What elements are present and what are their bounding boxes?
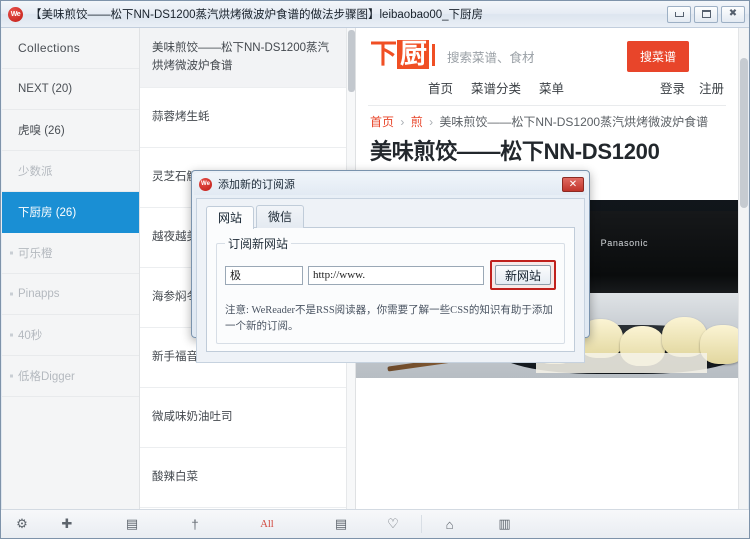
list-item[interactable]: 微咸味奶油吐司 <box>140 388 355 448</box>
subscribe-group: 订阅新网站 极 http://www. 新网站 注意: WeReader不是RS… <box>216 235 565 344</box>
minimize-icon <box>674 11 684 17</box>
nav-item-categories[interactable]: 菜谱分类 <box>471 78 521 97</box>
sidebar-item-label: 下厨房 (26) <box>18 207 77 219</box>
sidebar-item-next[interactable]: NEXT (20) <box>2 69 139 110</box>
dialog-body: 网站 微信 订阅新网站 极 http://www. 新网站 注意: WeRead… <box>196 198 585 363</box>
minimize-button[interactable] <box>667 5 691 23</box>
list-item[interactable]: 蒜蓉烤生蚝 <box>140 88 355 148</box>
card-view-icon[interactable]: ▤ <box>91 510 173 538</box>
sidebar-item-label: 低格Digger <box>18 371 75 383</box>
title-bar: We 【美味煎饺——松下NN-DS1200蒸汽烘烤微波炉食谱的做法步骤图】lei… <box>1 1 749 28</box>
sidebar-item-huxiu[interactable]: 虎嗅 (26) <box>2 110 139 151</box>
dialog-title-bar: We 添加新的订阅源 ✕ <box>194 173 587 195</box>
site-name-input[interactable]: 极 <box>225 265 303 285</box>
sidebar-item-label: Pinapps <box>18 288 60 300</box>
search-row: 搜索菜谱、食材 搜菜谱 <box>447 41 690 72</box>
site-header: 下 厨 搜索菜谱、食材 搜菜谱 <box>356 28 738 72</box>
sidebar-item-xiachufang[interactable]: 下厨房 (26) <box>2 192 139 233</box>
page-title: 美味煎饺——松下NN-DS1200 <box>370 139 660 164</box>
article-title: 蒜蓉烤生蚝 <box>152 110 210 123</box>
register-link[interactable]: 注册 <box>699 78 724 97</box>
dialog-tabs: 网站 微信 <box>206 205 575 229</box>
site-logo-char-2: 厨 <box>397 40 429 69</box>
dialog-logo-icon: We <box>199 177 212 191</box>
list-item[interactable]: 红烧五花肉 <box>140 508 355 509</box>
site-logo-bar <box>432 43 435 66</box>
bullet-icon <box>10 333 13 337</box>
filter-all-button[interactable]: All <box>217 510 317 538</box>
subscribe-group-legend: 订阅新网站 <box>228 237 289 251</box>
auth-links: 登录 注册 <box>646 78 724 97</box>
application-window: We 【美味煎饺——松下NN-DS1200蒸汽烘烤微波炉食谱的做法步骤图】lei… <box>0 0 750 539</box>
bullet-icon <box>10 292 13 296</box>
list-item[interactable]: 美味煎饺——松下NN-DS1200蒸汽烘烤微波炉食谱 <box>140 28 355 88</box>
reader-view-icon[interactable]: ▥ <box>477 510 532 538</box>
login-link[interactable]: 登录 <box>660 78 685 97</box>
app-logo-icon: We <box>8 6 23 22</box>
breadcrumb-home[interactable]: 首页 <box>370 115 394 129</box>
scrollbar-thumb[interactable] <box>740 58 748 208</box>
tab-website[interactable]: 网站 <box>206 206 255 229</box>
dialog-note: 注意: WeReader不是RSS阅读器，你需要了解一些CSS的知识有助于添加一… <box>225 305 553 332</box>
nav-item-home[interactable]: 首页 <box>428 78 453 97</box>
article-title: 酸辣白菜 <box>152 470 198 483</box>
new-site-button[interactable]: 新网站 <box>495 265 551 285</box>
site-logo-char-1: 下 <box>370 39 397 69</box>
close-icon: ✖ <box>728 8 738 19</box>
article-title: 美味煎饺——松下NN-DS1200蒸汽烘烤微波炉食谱 <box>152 41 329 72</box>
dialog-close-button[interactable]: ✕ <box>562 176 584 192</box>
breadcrumb-separator: › <box>400 115 405 129</box>
sidebar-item-40miao[interactable]: 40秒 <box>2 315 139 356</box>
sidebar-item-label: Collections <box>18 41 80 55</box>
web-pane-scrollbar[interactable] <box>738 28 748 509</box>
list-item[interactable]: 酸辣白菜 <box>140 448 355 508</box>
subscribe-field-row: 极 http://www. 新网站 <box>225 260 556 290</box>
feed-sidebar: Collections NEXT (20) 虎嗅 (26) 少数派 下厨房 (2… <box>2 28 140 509</box>
breadcrumb-category[interactable]: 煎 <box>411 115 423 129</box>
dialog-title: 添加新的订阅源 <box>218 179 295 191</box>
search-input[interactable]: 搜索菜谱、食材 <box>447 42 609 71</box>
sidebar-item-pinapps[interactable]: Pinapps <box>2 274 139 315</box>
sidebar-item-label: 可乐橙 <box>18 248 53 260</box>
bullet-icon <box>10 374 13 378</box>
breadcrumb-current: 美味煎饺——松下NN-DS1200蒸汽烘烤微波炉食谱 <box>439 115 709 129</box>
sidebar-item-shaoshupai[interactable]: 少数派 <box>2 151 139 192</box>
site-logo[interactable]: 下 厨 <box>370 40 435 69</box>
maximize-icon <box>701 10 711 18</box>
article-title: 微咸味奶油吐司 <box>152 410 233 423</box>
breadcrumb-separator: › <box>429 115 434 129</box>
sidebar-item-label: NEXT (20) <box>18 83 73 95</box>
sidebar-item-collections[interactable]: Collections <box>2 28 139 69</box>
sidebar-item-label: 少数派 <box>18 166 53 178</box>
submit-highlight: 新网站 <box>490 260 556 290</box>
close-button[interactable]: ✖ <box>721 5 745 23</box>
scrollbar-thumb[interactable] <box>348 30 355 92</box>
maximize-button[interactable] <box>694 5 718 23</box>
gear-icon[interactable]: ⚙ <box>1 510 43 538</box>
tab-wechat[interactable]: 微信 <box>256 205 305 228</box>
bottom-toolbar: ⚙ ✚ ▤ † All ▤ ♡ ⌂ ▥ <box>1 509 749 538</box>
tab-panel-website: 订阅新网站 极 http://www. 新网站 注意: WeReader不是RS… <box>206 227 575 352</box>
pin-icon[interactable]: † <box>173 510 217 538</box>
site-nav: 首页 菜谱分类 菜单 登录 注册 <box>356 72 738 97</box>
window-title: 【美味煎饺——松下NN-DS1200蒸汽烘烤微波炉食谱的做法步骤图】leibao… <box>30 9 484 21</box>
plus-icon[interactable]: ✚ <box>43 510 91 538</box>
nav-item-menu[interactable]: 菜单 <box>539 78 564 97</box>
window-controls: ✖ <box>667 5 745 23</box>
add-subscription-dialog: We 添加新的订阅源 ✕ 网站 微信 订阅新网站 极 http://www. 新… <box>191 170 590 363</box>
sidebar-item-digger[interactable]: 低格Digger <box>2 356 139 397</box>
site-url-input[interactable]: http://www. <box>308 265 484 285</box>
breadcrumb: 首页 › 煎 › 美味煎饺——松下NN-DS1200蒸汽烘烤微波炉食谱 <box>356 106 738 130</box>
home-icon[interactable]: ⌂ <box>422 510 477 538</box>
sidebar-item-label: 虎嗅 (26) <box>18 125 65 137</box>
sidebar-item-kelecheng[interactable]: 可乐橙 <box>2 233 139 274</box>
heart-icon[interactable]: ♡ <box>365 510 421 538</box>
list-view-icon[interactable]: ▤ <box>317 510 365 538</box>
photo-brand-text: Panasonic <box>600 238 649 249</box>
bullet-icon <box>10 251 13 255</box>
sidebar-item-label: 40秒 <box>18 330 43 342</box>
search-button[interactable]: 搜菜谱 <box>627 41 690 72</box>
